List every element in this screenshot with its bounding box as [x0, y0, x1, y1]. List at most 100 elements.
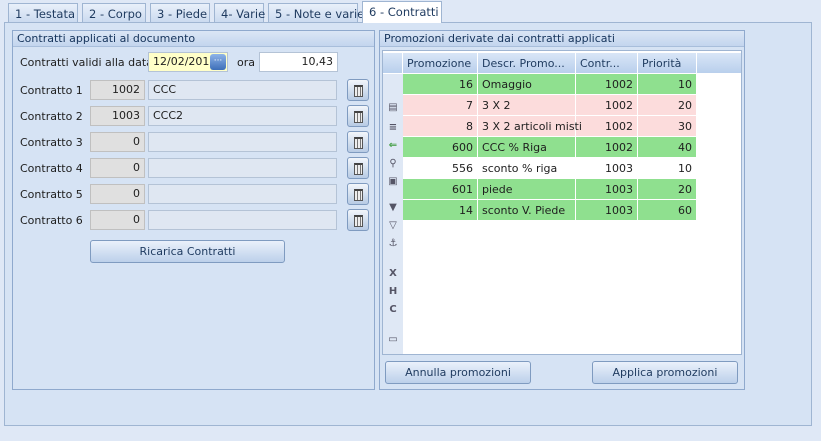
cell-priorita: 60	[638, 200, 697, 221]
date-value: 12/02/2015	[153, 55, 217, 68]
cell-contr: 1003	[576, 200, 638, 221]
cell-contr: 1002	[576, 137, 638, 158]
cell-descr: piede	[478, 179, 576, 200]
cell-contr: 1003	[576, 158, 638, 179]
cell-priorita: 40	[638, 137, 697, 158]
col-header-descr[interactable]: Descr. Promo...	[478, 53, 576, 73]
table-row[interactable]: 16 Omaggio 1002 10	[403, 74, 697, 95]
contract-desc-field[interactable]	[148, 210, 337, 230]
fit-columns-icon[interactable]: ▣	[387, 176, 399, 188]
contract-label: Contratto 1	[20, 84, 83, 97]
cell-contr: 1003	[576, 179, 638, 200]
col-header-priorita[interactable]: Priorità	[638, 53, 697, 73]
tab-corpo[interactable]: 2 - Corpo	[82, 3, 146, 23]
table-row[interactable]: 601 piede 1003 20	[403, 179, 697, 200]
cell-contr: 1002	[576, 116, 638, 137]
table-row[interactable]: 14 sconto V. Piede 1003 60	[403, 200, 697, 221]
table-row[interactable]: 556 sconto % riga 1003 10	[403, 158, 697, 179]
export-icon[interactable]: ⇐	[387, 140, 399, 152]
delete-contract-button[interactable]	[347, 157, 369, 179]
contract-desc-field[interactable]	[148, 132, 337, 152]
cell-descr: CCC % Riga	[478, 137, 576, 158]
cell-promozione: 16	[403, 74, 478, 95]
monitor-icon[interactable]: ▭	[387, 334, 399, 346]
table-row[interactable]: 7 3 X 2 1002 20	[403, 95, 697, 116]
ora-label: ora	[237, 56, 255, 69]
col-header-contr[interactable]: Contr...	[576, 53, 638, 73]
trash-icon	[354, 189, 363, 201]
list-icon[interactable]: ≡	[387, 122, 399, 134]
contract-label: Contratto 3	[20, 136, 83, 149]
cell-descr: sconto V. Piede	[478, 200, 576, 221]
tab-piede[interactable]: 3 - Piede	[150, 3, 210, 23]
trash-icon	[354, 85, 363, 97]
cell-contr: 1002	[576, 95, 638, 116]
contract-label: Contratto 6	[20, 214, 83, 227]
cell-promozione: 600	[403, 137, 478, 158]
cell-priorita: 20	[638, 95, 697, 116]
delete-contract-button[interactable]	[347, 105, 369, 127]
cell-promozione: 556	[403, 158, 478, 179]
export-csv-icon[interactable]: C	[387, 304, 399, 316]
cell-promozione: 14	[403, 200, 478, 221]
promotions-grid[interactable]: Promozione Descr. Promo... Contr... Prio…	[382, 50, 742, 355]
cell-contr: 1002	[576, 74, 638, 95]
export-html-icon[interactable]: H	[387, 286, 399, 298]
col-header-filler	[697, 53, 741, 73]
contract-label: Contratto 4	[20, 162, 83, 175]
table-row[interactable]: 8 3 X 2 articoli misti 1002 30	[403, 116, 697, 137]
contract-code-field[interactable]: 0	[90, 184, 145, 204]
tab-testata[interactable]: 1 - Testata	[8, 3, 78, 23]
cell-descr: 3 X 2	[478, 95, 576, 116]
contract-code-field[interactable]: 1003	[90, 106, 145, 126]
cell-priorita: 30	[638, 116, 697, 137]
cell-descr: sconto % riga	[478, 158, 576, 179]
contract-desc-field[interactable]: CCC2	[148, 106, 337, 126]
contract-code-field[interactable]: 0	[90, 158, 145, 178]
date-picker-button[interactable]: ···	[210, 54, 226, 70]
contract-code-field[interactable]: 0	[90, 210, 145, 230]
tab-note-e-varie[interactable]: 5 - Note e varie	[268, 3, 364, 23]
delete-contract-button[interactable]	[347, 79, 369, 101]
date-label: Contratti validi alla data	[20, 56, 153, 69]
trash-icon	[354, 137, 363, 149]
cell-priorita: 10	[638, 74, 697, 95]
columns-icon[interactable]: ▤	[387, 102, 399, 114]
contract-desc-field[interactable]	[148, 184, 337, 204]
trash-icon	[354, 163, 363, 175]
col-header-promozione[interactable]: Promozione	[403, 53, 478, 73]
grid-toolbar: ▤ ≡ ⇐ ⚲ ▣ ▼ ▽ ⚓ X H C ▭	[383, 74, 403, 354]
cell-priorita: 10	[638, 158, 697, 179]
trash-icon	[354, 111, 363, 123]
promotions-group-title: Promozioni derivate dai contratti applic…	[380, 31, 744, 47]
ora-input[interactable]: 10,43	[259, 52, 338, 72]
trash-icon	[354, 215, 363, 227]
contract-label: Contratto 5	[20, 188, 83, 201]
cell-promozione: 8	[403, 116, 478, 137]
contract-code-field[interactable]: 1002	[90, 80, 145, 100]
delete-contract-button[interactable]	[347, 183, 369, 205]
filter-clear-icon[interactable]: ▽	[387, 220, 399, 232]
contract-desc-field[interactable]: CCC	[148, 80, 337, 100]
anchor-icon[interactable]: ⚓	[387, 238, 399, 250]
export-excel-icon[interactable]: X	[387, 268, 399, 280]
reload-contracts-button[interactable]: Ricarica Contratti	[90, 240, 285, 263]
table-row[interactable]: 600 CCC % Riga 1002 40	[403, 137, 697, 158]
search-icon[interactable]: ⚲	[387, 158, 399, 170]
cell-promozione: 601	[403, 179, 478, 200]
cell-priorita: 20	[638, 179, 697, 200]
tab-varie[interactable]: 4- Varie	[214, 3, 265, 23]
delete-contract-button[interactable]	[347, 131, 369, 153]
grid-corner	[383, 53, 403, 73]
contract-code-field[interactable]: 0	[90, 132, 145, 152]
cancel-promotions-button[interactable]: Annulla promozioni	[385, 361, 531, 384]
apply-promotions-button[interactable]: Applica promozioni	[592, 361, 738, 384]
contract-desc-field[interactable]	[148, 158, 337, 178]
cell-descr: Omaggio	[478, 74, 576, 95]
delete-contract-button[interactable]	[347, 209, 369, 231]
tab-contratti[interactable]: 6 - Contratti	[362, 1, 442, 23]
cell-promozione: 7	[403, 95, 478, 116]
contracts-group-title: Contratti applicati al documento	[13, 31, 374, 47]
contract-label: Contratto 2	[20, 110, 83, 123]
filter-icon[interactable]: ▼	[387, 202, 399, 214]
